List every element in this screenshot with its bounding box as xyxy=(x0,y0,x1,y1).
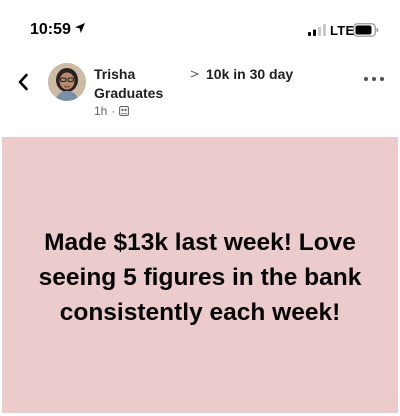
signal-bars-icon xyxy=(308,24,326,36)
post-header: Trisha 10k in 30 day Graduates 1h · xyxy=(0,60,400,130)
more-options-button[interactable] xyxy=(364,74,384,84)
location-arrow-icon xyxy=(75,23,85,33)
meta-separator: · xyxy=(111,104,116,118)
ellipsis-icon xyxy=(372,77,376,81)
ellipsis-icon xyxy=(364,77,368,81)
post-content-card: Made $13k last week! Love seeing 5 figur… xyxy=(2,137,398,413)
battery-icon xyxy=(353,23,379,37)
chevron-left-icon xyxy=(18,73,28,91)
avatar[interactable] xyxy=(48,63,86,101)
status-time: 10:59 xyxy=(30,21,71,38)
ellipsis-icon xyxy=(380,77,384,81)
share-arrow-icon xyxy=(190,70,200,78)
group-icon xyxy=(119,106,130,116)
group-name-continued[interactable]: Graduates xyxy=(94,84,163,103)
post-timestamp[interactable]: 1h xyxy=(94,104,107,118)
status-bar: 10:59 LTE xyxy=(0,0,400,60)
post-text: Made $13k last week! Love seeing 5 figur… xyxy=(38,228,362,326)
post-meta: 1h · xyxy=(94,104,130,118)
group-name-link[interactable]: 10k in 30 day xyxy=(206,65,293,84)
author-name[interactable]: Trisha xyxy=(94,65,135,84)
network-label: LTE xyxy=(330,23,355,38)
back-button[interactable] xyxy=(14,70,32,94)
profile-photo xyxy=(48,63,86,101)
